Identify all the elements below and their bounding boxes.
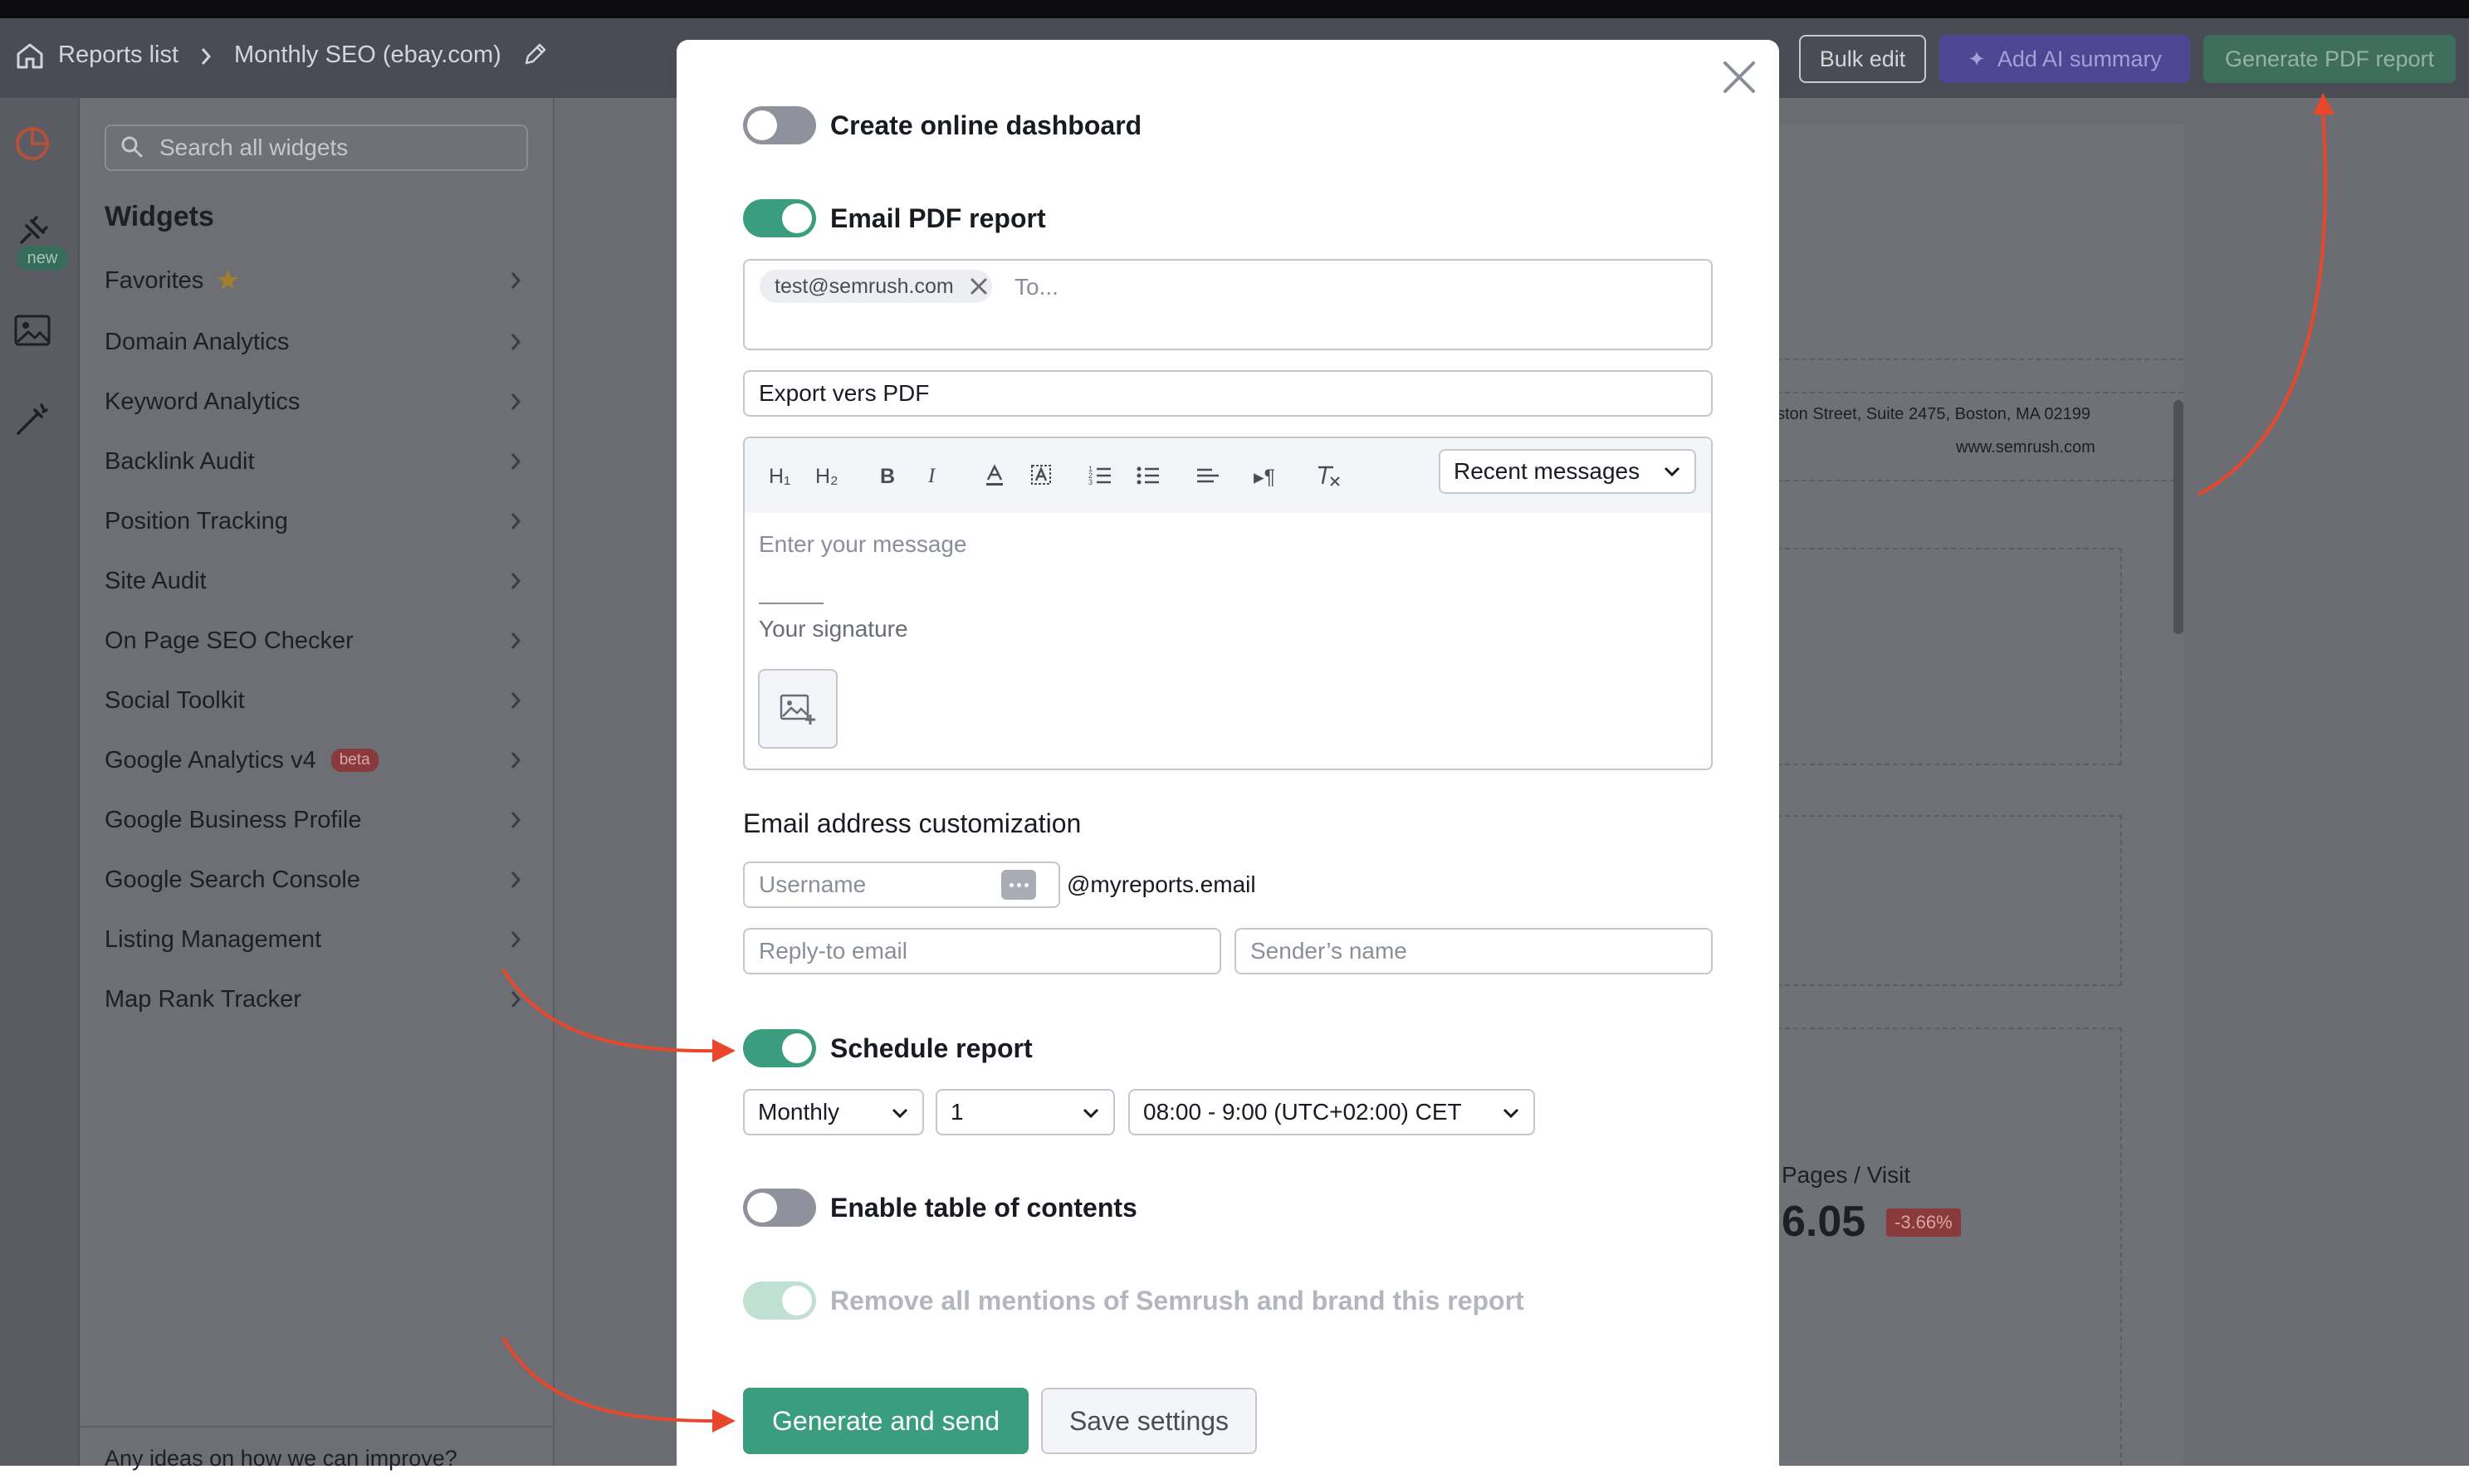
arrowhead bbox=[712, 1409, 736, 1433]
arrow-to-generate-pdf bbox=[2198, 109, 2327, 496]
annotation-arrows bbox=[501, 93, 2335, 1433]
arrowhead bbox=[2313, 93, 2335, 115]
arrow-to-generate-send bbox=[501, 1336, 716, 1423]
arrowhead bbox=[712, 1039, 736, 1062]
arrow-to-schedule-toggle bbox=[501, 968, 716, 1053]
